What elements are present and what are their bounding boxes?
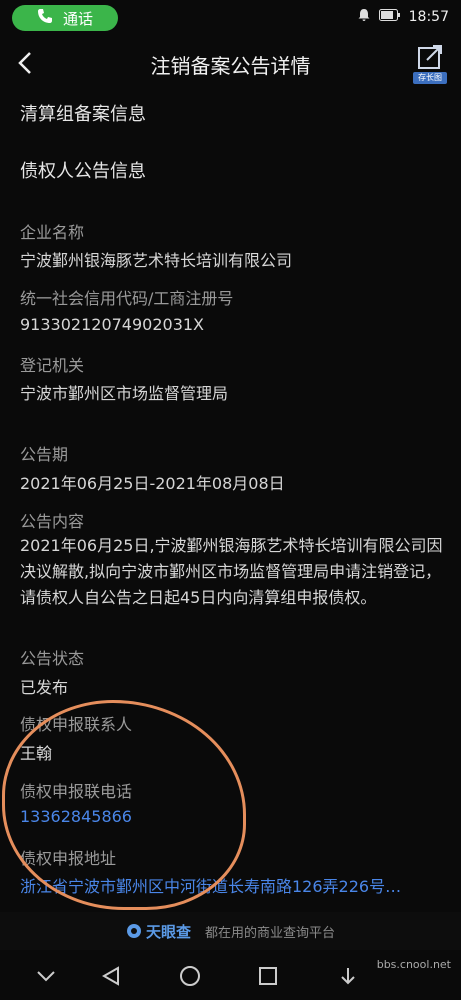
nav-back-icon[interactable] (98, 964, 126, 988)
phone-label: 债权申报联电话 (20, 782, 133, 801)
status-value: 已发布 (20, 678, 69, 697)
address-link[interactable]: 浙江省宁波市鄞州区中河街道长寿南路126弄226号… (20, 873, 440, 897)
period-value: 2021年06月25日-2021年08月08日 (20, 474, 285, 493)
credit-code-label: 统一社会信用代码/工商注册号 (20, 289, 234, 308)
phone-link[interactable]: 13362845866 (20, 807, 132, 826)
app-header: 注销备案公告详情 存长图 (0, 36, 461, 92)
footer-slogan: 都在用的商业查询平台 (205, 925, 336, 941)
section-creditor-notice[interactable]: 债权人公告信息 (20, 157, 146, 183)
content-value: 2021年06月25日,宁波鄞州银海豚艺术特长培训有限公司因决议解散,拟向宁波市… (20, 536, 443, 607)
status-bar: 通话 18:57 (0, 0, 461, 36)
watermark-text: bbs.cnool.net (376, 958, 451, 971)
period-label: 公告期 (20, 445, 69, 464)
company-name-value: 宁波鄞州银海豚艺术特长培训有限公司 (20, 251, 293, 270)
company-name-label: 企业名称 (20, 223, 85, 242)
battery-icon (378, 9, 401, 25)
nav-recents-icon[interactable] (254, 964, 282, 988)
share-icon (418, 45, 442, 69)
nav-down-icon[interactable] (334, 964, 362, 988)
page-title: 注销备案公告详情 (150, 54, 311, 78)
contact-value: 王翰 (20, 744, 53, 763)
brand-name: 天眼查 (145, 922, 191, 941)
status-icons: 18:57 (357, 8, 449, 26)
section-liquidation-info[interactable]: 清算组备案信息 (20, 100, 146, 126)
ongoing-call-pill[interactable]: 通话 (12, 5, 118, 31)
content-label: 公告内容 (20, 512, 85, 531)
clock-time: 18:57 (408, 9, 449, 25)
credit-code-value: 91330212074902031X (20, 315, 205, 334)
brand-eye-icon (126, 924, 141, 938)
share-badge: 存长图 (413, 72, 447, 84)
address-label: 债权申报地址 (20, 849, 117, 868)
contact-label: 债权申报联系人 (20, 715, 133, 734)
collapse-icon[interactable] (32, 964, 60, 988)
authority-label: 登记机关 (20, 356, 85, 375)
status-label: 公告状态 (20, 649, 85, 668)
share-long-image-button[interactable]: 存长图 (413, 42, 447, 86)
nav-home-icon[interactable] (176, 964, 204, 988)
brand-logo: 天眼查 (126, 921, 191, 942)
call-label: 通话 (62, 9, 93, 28)
bell-icon (357, 8, 371, 26)
app-footer: 天眼查 都在用的商业查询平台 (0, 912, 461, 950)
phone-icon (37, 8, 53, 28)
authority-value: 宁波市鄞州区市场监督管理局 (20, 384, 229, 403)
